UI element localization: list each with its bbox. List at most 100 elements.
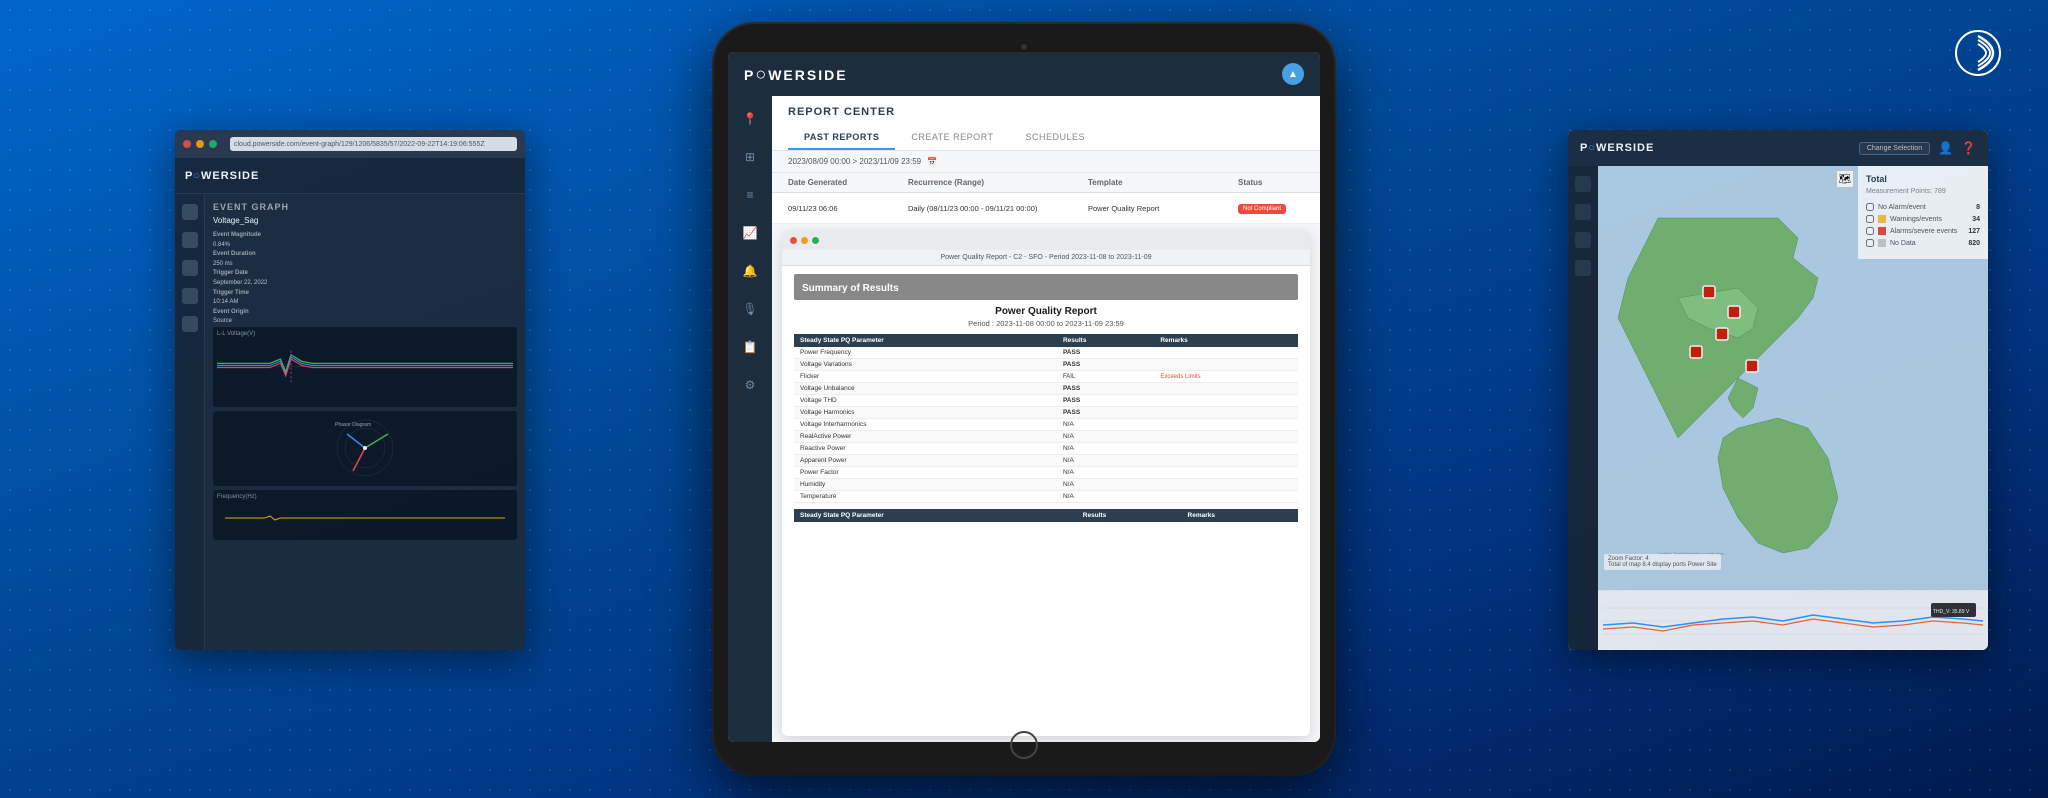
col-date: Date Generated	[788, 178, 908, 187]
tablet-screen: P○WERSIDE ▲ 📍 ⊞ ≡ 📈 🔔 🎙 📋 ⚙	[728, 52, 1320, 742]
td-param: Voltage Variations	[794, 359, 1057, 371]
td-remarks	[1154, 395, 1298, 407]
no-data-color-dot	[1878, 239, 1886, 247]
td-result: N/A	[1057, 491, 1154, 503]
nav-icon-1[interactable]	[182, 204, 198, 220]
col-template: Template	[1088, 178, 1238, 187]
td-param: Power Frequency	[794, 347, 1057, 359]
tablet-user-icon[interactable]: ▲	[1282, 63, 1304, 85]
stats-title: Total	[1866, 174, 1980, 184]
tablet-main-content: REPORT CENTER PAST REPORTS CREATE REPORT…	[772, 96, 1320, 742]
td-remarks	[1154, 491, 1298, 503]
table-row[interactable]: 09/11/23 06:06 Daily (08/11/23 00:00 - 0…	[772, 193, 1320, 224]
tablet-app-header: P○WERSIDE ▲	[728, 52, 1320, 96]
tablet-home-button[interactable]	[1010, 731, 1038, 759]
sidebar-icon-grid[interactable]: ⊞	[739, 146, 761, 168]
stats-row-no-data: No Data 820	[1866, 239, 1980, 247]
zoom-indicator: Zoom Factor: 4 Total of map 8.4 display …	[1604, 554, 1721, 570]
stats-checkbox-alarms[interactable]	[1866, 227, 1874, 235]
user-icon-right[interactable]: 👤	[1938, 141, 1953, 155]
powerside-logo-right: P○WERSIDE	[1580, 142, 1654, 154]
sidebar-icon-location[interactable]: 📍	[739, 108, 761, 130]
td-remarks	[1154, 443, 1298, 455]
status-badge: Not Compliant	[1238, 204, 1286, 214]
frequency-label: Frequency(Hz)	[217, 494, 513, 500]
event-graph-content: EVENT GRAPH Voltage_Sag Event Magnitude …	[205, 194, 525, 650]
th2-result: Results	[1077, 509, 1182, 522]
th2-param: Steady State PQ Parameter	[794, 509, 1077, 522]
stats-panel: Total Measurement Points: 789 No Alarm/e…	[1858, 166, 1988, 259]
tablet-top-bar	[728, 42, 1320, 52]
td-param: Voltage THD	[794, 395, 1057, 407]
right-panel-map: P○WERSIDE Change Selection 👤 ❓	[1568, 130, 1988, 650]
td-remarks	[1154, 479, 1298, 491]
nav-icon-4[interactable]	[182, 288, 198, 304]
td-remarks	[1154, 467, 1298, 479]
tablet-camera	[1021, 44, 1027, 50]
td-result: PASS	[1057, 383, 1154, 395]
report-table-header: Date Generated Recurrence (Range) Templa…	[772, 173, 1320, 193]
td-result: N/A	[1057, 455, 1154, 467]
maximize-dot	[209, 140, 217, 148]
td-param: Voltage Interharmonics	[794, 419, 1057, 431]
sidebar-icon-mic[interactable]: 🎙	[739, 298, 761, 320]
right-nav-icon-4[interactable]	[1575, 260, 1591, 276]
stats-checkbox-no-data[interactable]	[1866, 239, 1874, 247]
warning-color-dot	[1878, 215, 1886, 223]
nav-icon-2[interactable]	[182, 232, 198, 248]
cell-status: Not Compliant	[1238, 203, 1320, 214]
right-nav-icon-2[interactable]	[1575, 204, 1591, 220]
td-remarks	[1154, 383, 1298, 395]
popup-maximize[interactable]	[812, 237, 819, 244]
sidebar-icon-list[interactable]: ≡	[739, 184, 761, 206]
popup-close[interactable]	[790, 237, 797, 244]
td-result: PASS	[1057, 407, 1154, 419]
td-result: PASS	[1057, 395, 1154, 407]
popup-report-title: Power Quality Report	[794, 306, 1298, 317]
popup-window-bar	[782, 230, 1310, 250]
right-chart-area: THD_V: 35.89 V	[1598, 590, 1988, 650]
tablet-body: 📍 ⊞ ≡ 📈 🔔 🎙 📋 ⚙ REPORT CENTER PAST R	[728, 96, 1320, 742]
stats-checkbox-warnings[interactable]	[1866, 215, 1874, 223]
summary-table-2: Steady State PQ Parameter Results Remark…	[794, 509, 1298, 522]
popup-minimize[interactable]	[801, 237, 808, 244]
change-selection-btn[interactable]: Change Selection	[1859, 142, 1930, 155]
tab-schedules[interactable]: SCHEDULES	[1010, 126, 1102, 150]
report-date-range: 2023/08/09 00:00 > 2023/11/09 23:59 📅	[772, 151, 1320, 173]
popup-period: Period : 2023-11-08 00:00 to 2023-11-09 …	[794, 319, 1298, 328]
tab-create-report[interactable]: CREATE REPORT	[895, 126, 1009, 150]
stats-measurement-points: Measurement Points: 789	[1866, 188, 1980, 195]
sidebar-icon-chart[interactable]: 📈	[739, 222, 761, 244]
right-nav-icon-1[interactable]	[1575, 176, 1591, 192]
td-result: N/A	[1057, 419, 1154, 431]
tab-past-reports[interactable]: PAST REPORTS	[788, 126, 895, 150]
stats-row-no-alarm: No Alarm/event 8	[1866, 203, 1980, 211]
td-remarks	[1154, 407, 1298, 419]
cell-template: Power Quality Report	[1088, 204, 1238, 213]
th-result: Results	[1057, 334, 1154, 347]
help-icon-right[interactable]: ❓	[1961, 141, 1976, 155]
close-dot	[183, 140, 191, 148]
tablet-bottom-bar	[728, 742, 1320, 756]
sidebar-icon-report[interactable]: 📋	[739, 336, 761, 358]
nav-icon-5[interactable]	[182, 316, 198, 332]
powerside-logo-top-right	[1948, 28, 2008, 78]
td-param: Humidity	[794, 479, 1057, 491]
map-area: Leaflet | OpenStreetMap contributors Tot…	[1598, 166, 1988, 590]
right-nav-icon-3[interactable]	[1575, 232, 1591, 248]
td-param: Flicker	[794, 371, 1057, 383]
nav-icon-3[interactable]	[182, 260, 198, 276]
sidebar-icon-alert[interactable]: 🔔	[739, 260, 761, 282]
map-toggle-btn[interactable]: 🗺	[1836, 170, 1854, 188]
td-result: PASS	[1057, 359, 1154, 371]
td-remarks	[1154, 431, 1298, 443]
stats-checkbox-no-alarm[interactable]	[1866, 203, 1874, 211]
td-result: PASS	[1057, 347, 1154, 359]
right-panel-body: Leaflet | OpenStreetMap contributors Tot…	[1568, 166, 1988, 650]
summary-popup: Power Quality Report - C2 - SFO - Period…	[782, 230, 1310, 736]
tablet-frame: P○WERSIDE ▲ 📍 ⊞ ≡ 📈 🔔 🎙 📋 ⚙	[714, 24, 1334, 774]
td-result: N/A	[1057, 431, 1154, 443]
left-panel-body: EVENT GRAPH Voltage_Sag Event Magnitude …	[175, 194, 525, 650]
sidebar-icon-settings[interactable]: ⚙	[739, 374, 761, 396]
event-graph-title: EVENT GRAPH	[213, 202, 517, 212]
